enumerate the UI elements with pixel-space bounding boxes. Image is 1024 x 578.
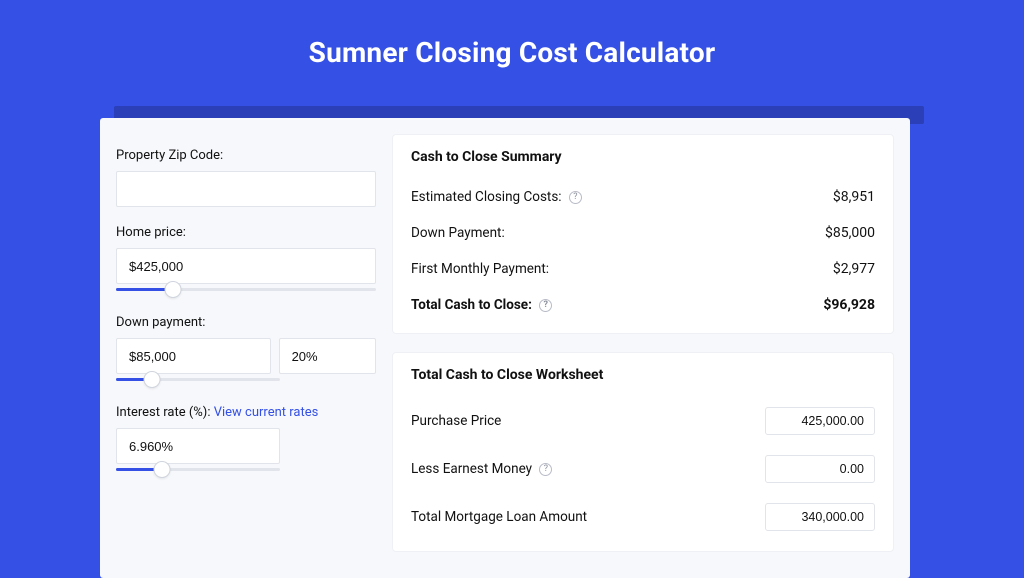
page-title: Sumner Closing Cost Calculator [0, 0, 1024, 93]
worksheet-label: Purchase Price [411, 413, 501, 429]
zip-input[interactable] [116, 171, 376, 207]
summary-card: Cash to Close Summary Estimated Closing … [392, 134, 894, 334]
home-price-input[interactable] [116, 248, 376, 284]
worksheet-input-earnest-money[interactable] [765, 455, 875, 483]
home-price-label: Home price: [116, 225, 376, 240]
down-payment-label: Down payment: [116, 315, 376, 330]
home-price-slider[interactable] [116, 283, 376, 297]
home-price-field-group: Home price: [116, 225, 376, 297]
view-current-rates-link[interactable]: View current rates [214, 405, 319, 420]
interest-rate-label-text: Interest rate (%): [116, 405, 214, 420]
interest-rate-input[interactable] [116, 428, 280, 464]
down-payment-amount-input[interactable] [116, 338, 271, 374]
down-payment-field-group: Down payment: [116, 315, 376, 387]
summary-row-down-payment: Down Payment: $85,000 [411, 215, 875, 251]
worksheet-row-mortgage-amount: Total Mortgage Loan Amount [411, 493, 875, 541]
worksheet-label: Less Earnest Money ? [411, 461, 552, 477]
worksheet-label: Total Mortgage Loan Amount [411, 509, 587, 525]
help-icon[interactable]: ? [539, 463, 552, 476]
help-icon[interactable]: ? [539, 299, 552, 312]
summary-label: Down Payment: [411, 225, 505, 241]
down-payment-percent-input[interactable] [279, 338, 376, 374]
slider-thumb[interactable] [144, 371, 161, 388]
slider-thumb[interactable] [165, 281, 182, 298]
slider-thumb[interactable] [153, 461, 170, 478]
worksheet-input-purchase-price[interactable] [765, 407, 875, 435]
calculator-panel: Property Zip Code: Home price: Down paym… [100, 118, 910, 578]
zip-label: Property Zip Code: [116, 148, 376, 163]
results-column: Cash to Close Summary Estimated Closing … [392, 134, 894, 562]
interest-rate-field-group: Interest rate (%): View current rates [116, 405, 376, 477]
down-payment-slider[interactable] [116, 373, 280, 387]
summary-label: Total Cash to Close: ? [411, 297, 552, 313]
summary-value: $85,000 [825, 225, 875, 241]
summary-label: First Monthly Payment: [411, 261, 549, 277]
interest-rate-label: Interest rate (%): View current rates [116, 405, 376, 420]
summary-heading: Cash to Close Summary [411, 149, 875, 165]
interest-rate-slider[interactable] [116, 463, 280, 477]
worksheet-card: Total Cash to Close Worksheet Purchase P… [392, 352, 894, 552]
summary-row-first-monthly: First Monthly Payment: $2,977 [411, 251, 875, 287]
summary-value: $8,951 [833, 189, 875, 205]
summary-label-text: Estimated Closing Costs: [411, 189, 562, 205]
help-icon[interactable]: ? [569, 191, 582, 204]
zip-field-group: Property Zip Code: [116, 148, 376, 207]
worksheet-row-earnest-money: Less Earnest Money ? [411, 445, 875, 493]
worksheet-input-mortgage-amount[interactable] [765, 503, 875, 531]
worksheet-row-purchase-price: Purchase Price [411, 397, 875, 445]
summary-label: Estimated Closing Costs: ? [411, 189, 582, 205]
summary-row-closing-costs: Estimated Closing Costs: ? $8,951 [411, 179, 875, 215]
summary-value: $96,928 [823, 297, 875, 313]
worksheet-label-text: Less Earnest Money [411, 461, 532, 477]
worksheet-heading: Total Cash to Close Worksheet [411, 367, 875, 383]
inputs-sidebar: Property Zip Code: Home price: Down paym… [116, 134, 376, 562]
summary-value: $2,977 [833, 261, 875, 277]
summary-row-total-cash: Total Cash to Close: ? $96,928 [411, 287, 875, 323]
summary-label-text: Total Cash to Close: [411, 297, 532, 313]
